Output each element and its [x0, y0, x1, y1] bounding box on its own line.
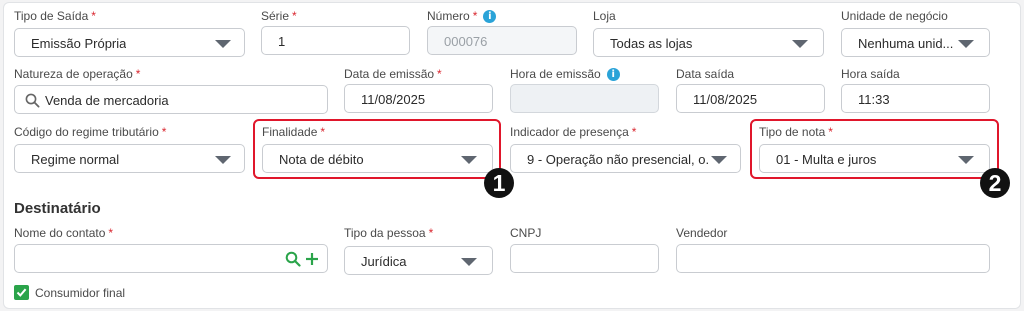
chevron-down-icon: [215, 156, 231, 164]
label-tipo-nota: Tipo de nota *: [759, 125, 833, 139]
chevron-down-icon: [711, 156, 727, 164]
hora-saida-value: 11:33: [858, 92, 890, 107]
label-indicador: Indicador de presença *: [510, 125, 637, 139]
finalidade-value: Nota de débito: [279, 152, 364, 167]
numero-value: 000076: [444, 34, 488, 49]
label-regime: Código do regime tributário *: [14, 125, 167, 139]
loja-select[interactable]: Todas as lojas: [593, 28, 824, 57]
data-emissao-value: 11/08/2025: [361, 92, 426, 107]
numero-input: 000076: [427, 26, 577, 55]
label-nome-contato: Nome do contato *: [14, 226, 114, 240]
label-hora-saida: Hora saída: [841, 67, 900, 81]
regime-select[interactable]: Regime normal: [14, 144, 245, 173]
label-data-emissao: Data de emissão *: [344, 67, 442, 81]
loja-value: Todas as lojas: [610, 36, 693, 51]
indicador-value: 9 - Operação não presencial, o...: [527, 152, 709, 167]
label-vendedor: Vendedor: [676, 226, 728, 240]
indicador-select[interactable]: 9 - Operação não presencial, o...: [510, 144, 741, 173]
unidade-value: Nenhuma unid...: [858, 36, 954, 51]
consumidor-final-checkbox[interactable]: [14, 285, 29, 300]
consumidor-final-label[interactable]: Consumidor final: [35, 286, 125, 300]
search-icon[interactable]: [285, 251, 301, 267]
section-title-destinatario: Destinatário: [14, 200, 101, 217]
tipo-saida-value: Emissão Própria: [31, 36, 127, 51]
search-icon: [25, 93, 40, 108]
tipo-saida-select[interactable]: Emissão Própria: [14, 28, 245, 57]
serie-input[interactable]: 1: [261, 26, 410, 55]
hora-emissao-input: [510, 84, 659, 113]
data-saida-value: 11/08/2025: [693, 92, 758, 107]
tipo-nota-select[interactable]: 01 - Multa e juros: [759, 144, 990, 173]
label-data-saida: Data saída: [676, 67, 735, 81]
vendedor-input[interactable]: [676, 244, 990, 273]
label-serie: Série *: [261, 9, 297, 23]
chevron-down-icon: [958, 40, 974, 48]
hora-saida-input[interactable]: 11:33: [841, 84, 990, 113]
natureza-search-input[interactable]: Venda de mercadoria: [14, 85, 328, 114]
label-unidade: Unidade de negócio: [841, 9, 948, 23]
tipo-pessoa-value: Jurídica: [361, 254, 407, 269]
check-icon: [16, 288, 27, 297]
page: Tipo de Saída * Emissão Própria Série * 1 …: [0, 0, 1024, 311]
plus-icon[interactable]: [305, 252, 319, 266]
label-tipo-pessoa: Tipo da pessoa *: [344, 226, 434, 240]
label-finalidade: Finalidade *: [262, 125, 326, 139]
chevron-down-icon: [792, 40, 808, 48]
chevron-down-icon: [215, 40, 231, 48]
natureza-value: Venda de mercadoria: [45, 93, 169, 108]
label-natureza: Natureza de operação *: [14, 67, 141, 81]
label-tipo-saida: Tipo de Saída *: [14, 9, 96, 23]
serie-value: 1: [278, 34, 286, 49]
label-numero: Número * i: [427, 9, 497, 23]
data-emissao-input[interactable]: 11/08/2025: [344, 84, 493, 113]
label-loja: Loja: [593, 9, 616, 23]
tipo-nota-value: 01 - Multa e juros: [776, 152, 877, 167]
chevron-down-icon: [461, 258, 477, 266]
nome-contato-input[interactable]: [14, 244, 328, 273]
info-icon[interactable]: i: [606, 68, 620, 81]
cnpj-input[interactable]: [510, 244, 659, 273]
data-saida-input[interactable]: 11/08/2025: [676, 84, 825, 113]
unidade-select[interactable]: Nenhuma unid...: [841, 28, 990, 57]
annotation-badge-1: 1: [484, 168, 514, 198]
regime-value: Regime normal: [31, 152, 120, 167]
chevron-down-icon: [958, 156, 974, 164]
label-hora-emissao: Hora de emissão i: [510, 67, 620, 81]
annotation-badge-2: 2: [980, 168, 1010, 198]
tipo-pessoa-select[interactable]: Jurídica: [344, 246, 493, 275]
chevron-down-icon: [461, 156, 477, 164]
info-icon[interactable]: i: [483, 10, 497, 23]
label-cnpj: CNPJ: [510, 226, 542, 240]
finalidade-select[interactable]: Nota de débito: [262, 144, 493, 173]
